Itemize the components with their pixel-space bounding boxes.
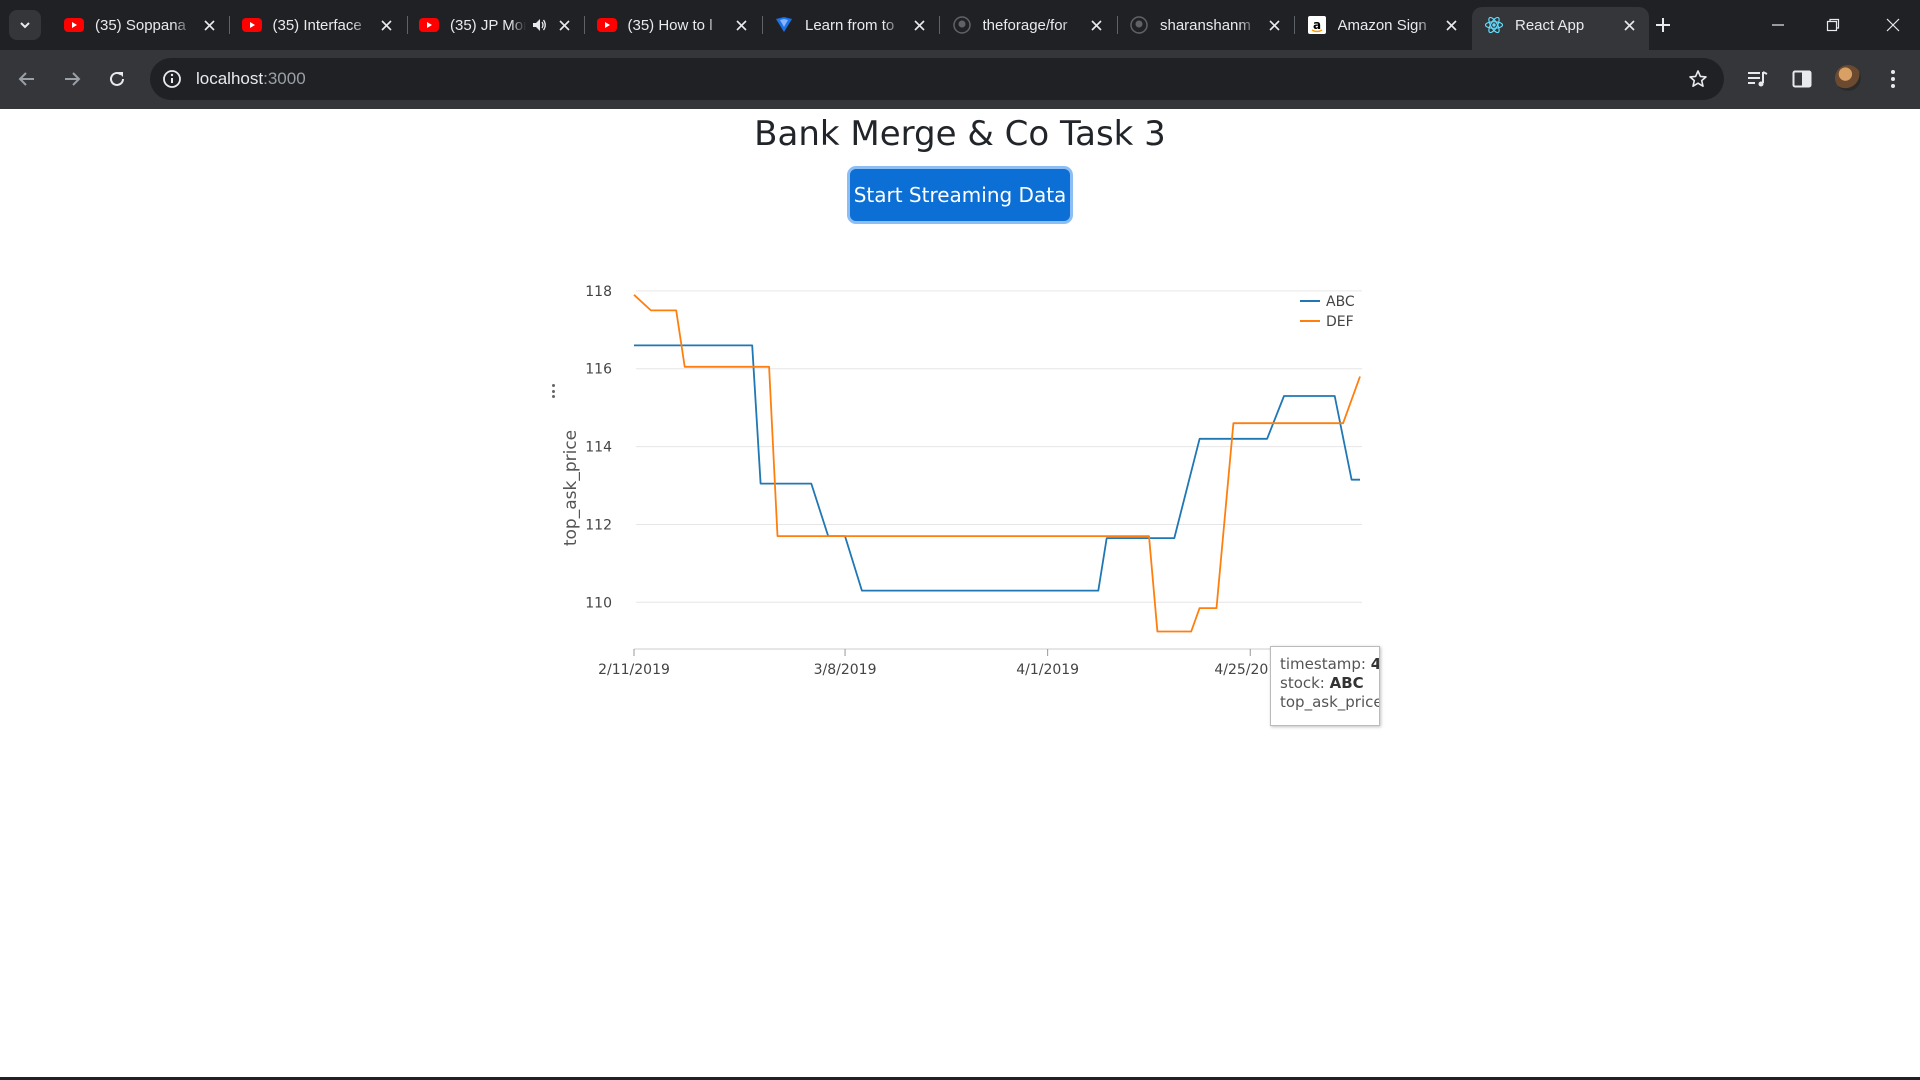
- legend-label-def: DEF: [1326, 314, 1354, 330]
- tab-strip: (35) Soppana (35) Interface (35) JP Morgan…: [0, 0, 1920, 50]
- browser-tab[interactable]: a Amazon Sign: [1295, 7, 1472, 43]
- profile-avatar[interactable]: [1835, 65, 1861, 91]
- tab-title: React App: [1515, 16, 1585, 34]
- new-tab-button[interactable]: [1648, 10, 1678, 40]
- minimize-button[interactable]: [1750, 0, 1805, 50]
- price-line-chart: 110 112 114 116 118 2/11/2019 3/8/2019 4/1/2019…: [561, 284, 1362, 678]
- y-tick-label: 116: [585, 362, 612, 378]
- browser-tab[interactable]: (35) Interface: [230, 7, 408, 43]
- tab-title: (35) Interface: [272, 16, 362, 34]
- youtube-icon: [596, 15, 617, 35]
- speaker-icon[interactable]: [530, 16, 548, 34]
- perspective-chart[interactable]: 110 112 114 116 118 2/11/2019 3/8/2019 4/1/2019…: [540, 257, 1380, 817]
- youtube-icon: [419, 15, 439, 35]
- tab-title: (35) How to l: [627, 16, 713, 34]
- reload-icon: [110, 71, 124, 86]
- restore-icon: [1826, 18, 1839, 32]
- restore-button[interactable]: [1805, 0, 1860, 50]
- youtube-icon: [64, 15, 84, 35]
- reload-button[interactable]: [100, 62, 134, 96]
- react-icon: [1484, 15, 1504, 35]
- forage-icon: [774, 15, 794, 35]
- browser-tab[interactable]: React App: [1472, 7, 1649, 50]
- y-tick-label: 118: [585, 284, 612, 300]
- bookmark-star-icon[interactable]: [1686, 67, 1710, 91]
- close-tab-icon[interactable]: [909, 15, 929, 35]
- side-panel-icon[interactable]: [1789, 66, 1815, 92]
- tooltip-stock: stock: ABC: [1280, 674, 1364, 692]
- github-icon: [1129, 15, 1149, 35]
- chevron-down-icon: [20, 22, 30, 29]
- arrow-left-icon: [18, 72, 34, 86]
- x-tick-label: 4/1/2019: [1016, 662, 1079, 678]
- x-tick-label: 2/11/2019: [598, 662, 670, 678]
- browser-tab[interactable]: (35) How to l: [585, 7, 763, 43]
- close-tab-icon[interactable]: [1442, 15, 1462, 35]
- github-icon: [952, 15, 972, 35]
- legend-label-abc: ABC: [1326, 294, 1355, 310]
- close-icon: [1886, 18, 1899, 32]
- amazon-icon: a: [1307, 15, 1327, 35]
- page-content: Bank Merge & Co Task 3 Start Streaming D…: [0, 109, 1920, 1080]
- minimize-icon: [1771, 24, 1784, 26]
- arrow-right-icon: [65, 72, 81, 86]
- x-tick-label: 3/8/2019: [814, 662, 877, 678]
- url-host: localhost: [196, 69, 264, 88]
- back-button[interactable]: [10, 62, 44, 96]
- close-tab-icon[interactable]: [377, 15, 397, 35]
- svg-text:a: a: [1312, 18, 1320, 32]
- close-tab-icon[interactable]: [732, 15, 752, 35]
- y-tick-label: 114: [585, 440, 612, 456]
- media-control-icon[interactable]: [1744, 66, 1770, 92]
- youtube-icon: [241, 15, 262, 35]
- tab-title: (35) JP Morgan: [450, 16, 526, 34]
- browser-toolbar: localhost:3000: [0, 50, 1920, 109]
- close-tab-icon[interactable]: [1264, 15, 1284, 35]
- tab-search-button[interactable]: [9, 10, 41, 40]
- url-port: :3000: [263, 69, 306, 88]
- tab-title: (35) Soppana: [95, 16, 186, 34]
- browser-tab[interactable]: sharanshanm: [1117, 7, 1295, 43]
- tab-title: sharanshanm: [1160, 16, 1251, 34]
- kebab-menu-icon[interactable]: [1880, 66, 1906, 92]
- browser-tab[interactable]: Learn from to: [762, 7, 940, 43]
- forward-button[interactable]: [55, 62, 89, 96]
- url-text[interactable]: localhost:3000: [196, 69, 306, 89]
- site-info-icon[interactable]: [160, 67, 184, 91]
- y-tick-label: 110: [585, 595, 612, 611]
- start-streaming-button[interactable]: Start Streaming Data: [850, 169, 1070, 221]
- y-tick-label: 112: [585, 517, 612, 533]
- tooltip-price: top_ask_price:: [1280, 693, 1380, 711]
- tab-title: theforage/for: [982, 16, 1068, 34]
- chart-config-menu-icon[interactable]: [546, 381, 560, 401]
- plus-icon: [1656, 18, 1670, 32]
- tab-title: Learn from to: [805, 16, 895, 34]
- tooltip-timestamp: timestamp: 4/: [1280, 655, 1379, 673]
- page-title: Bank Merge & Co Task 3: [754, 114, 1166, 154]
- browser-tab[interactable]: (35) Soppana: [52, 7, 230, 43]
- close-tab-icon[interactable]: [199, 15, 219, 35]
- browser-tab[interactable]: theforage/for: [940, 7, 1118, 43]
- close-tab-icon[interactable]: [1619, 15, 1639, 35]
- close-window-button[interactable]: [1865, 0, 1920, 50]
- series-line-abc: [634, 344, 1360, 592]
- close-tab-icon[interactable]: [1087, 15, 1107, 35]
- chart-tooltip: timestamp: 4/ stock: ABC top_ask_price:: [1270, 646, 1380, 726]
- y-axis-label: top_ask_price: [561, 430, 581, 546]
- close-tab-icon[interactable]: [554, 15, 574, 35]
- address-bar[interactable]: localhost:3000: [150, 58, 1724, 100]
- browser-tab[interactable]: (35) JP Morgan: [407, 7, 585, 43]
- tab-title: Amazon Sign: [1337, 16, 1427, 34]
